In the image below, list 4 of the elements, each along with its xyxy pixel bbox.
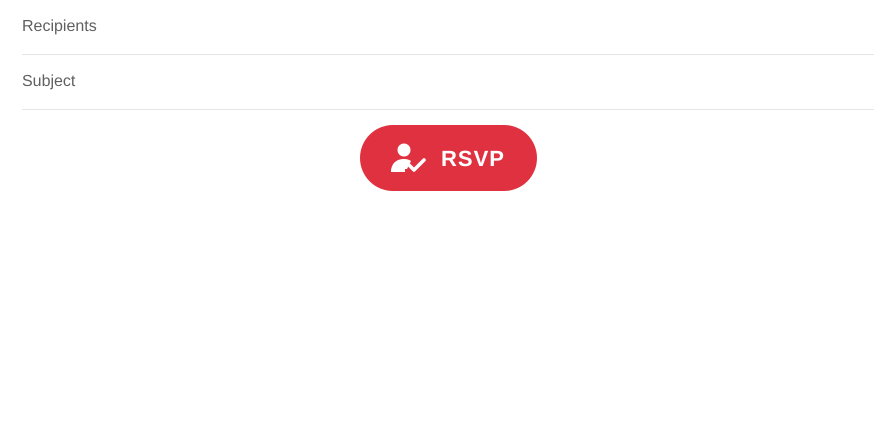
input-field[interactable]: Recipients <box>22 0 874 55</box>
input-field[interactable]: Subject <box>22 55 874 110</box>
user-check-icon <box>391 142 428 174</box>
rsvp-button[interactable]: RSVP <box>360 125 536 191</box>
